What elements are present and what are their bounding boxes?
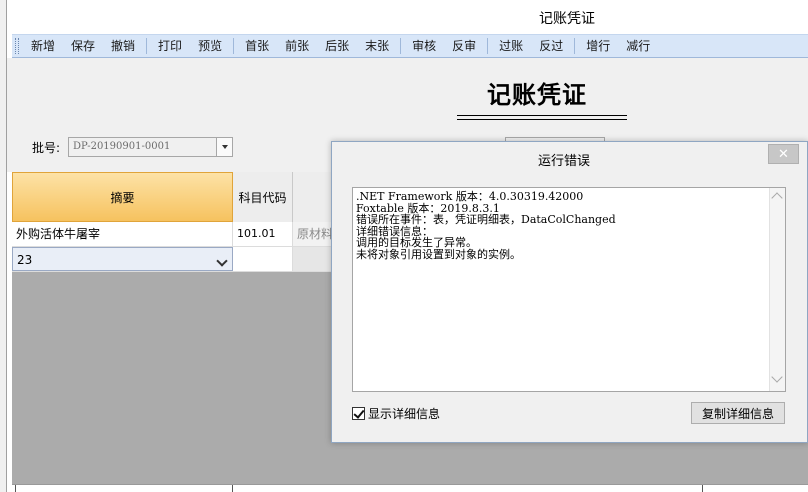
window-titlebar: 记账凭证 [7, 0, 808, 34]
show-details-checkbox[interactable] [352, 407, 365, 420]
toolbar-button[interactable]: 打印 [150, 36, 190, 56]
copy-details-button[interactable]: 复制详细信息 [691, 402, 785, 424]
toolbar-button[interactable]: 末张 [357, 36, 397, 56]
cell-account-code[interactable]: 101.01 [233, 222, 293, 246]
close-icon[interactable]: ✕ [768, 144, 799, 164]
toolbar-button[interactable]: 反过 [531, 36, 571, 56]
cell-summary[interactable]: 外购活体牛屠宰 [12, 222, 233, 246]
error-detail-line: .NET Framework 版本：4.0.30319.42000 [356, 190, 584, 203]
toolbar-separator [574, 38, 576, 54]
toolbar-button[interactable]: 审核 [404, 36, 444, 56]
cell-account-code[interactable] [233, 247, 293, 271]
toolbar-button[interactable]: 首张 [237, 36, 277, 56]
cell-summary-editor[interactable]: 23 [12, 247, 233, 271]
toolbar-separator [233, 38, 235, 54]
toolbar-button[interactable]: 预览 [190, 36, 230, 56]
batch-number-value: DP-20190901-0001 [73, 141, 171, 152]
toolbar-separator [487, 38, 489, 54]
toolbar-button[interactable]: 后张 [317, 36, 357, 56]
title-underline-bottom [457, 119, 627, 120]
vertical-scrollbar[interactable] [769, 188, 785, 391]
chevron-down-icon[interactable] [214, 251, 230, 269]
error-detail-line: 未将对象引用设置到对象的实例。 [356, 247, 521, 261]
show-details-checkbox-wrap[interactable]: 显示详细信息 [352, 405, 440, 422]
grid-footer [12, 484, 808, 492]
chevron-down-icon[interactable] [216, 138, 232, 156]
window-left-border [0, 0, 7, 492]
footer-divider [232, 485, 233, 492]
dialog-title: 运行错误 [538, 154, 591, 169]
toolbar-grip[interactable] [15, 38, 19, 54]
dialog-titlebar[interactable]: 运行错误 ✕ [332, 142, 807, 172]
error-detail-line: 错误所在事件：表，凭证明细表，DataColChanged [356, 213, 616, 226]
error-detail-line: 调用的目标发生了异常。 [356, 236, 477, 249]
batch-number-combo[interactable]: DP-20190901-0001 [68, 137, 233, 157]
voucher-title: 记账凭证 [487, 80, 587, 109]
toolbar-button[interactable]: 增行 [578, 36, 618, 56]
toolbar-separator [146, 38, 148, 54]
batch-label: 批号: [32, 141, 61, 155]
show-details-label: 显示详细信息 [368, 407, 441, 421]
title-underline-top [457, 115, 627, 116]
footer-divider [15, 485, 16, 492]
runtime-error-dialog: 运行错误 ✕ .NET Framework 版本：4.0.30319.42000… [331, 141, 808, 443]
footer-divider [702, 485, 703, 492]
scroll-up-icon[interactable] [771, 192, 783, 204]
toolbar-button[interactable]: 撤销 [103, 36, 143, 56]
cell-summary-value: 23 [17, 253, 33, 267]
toolbar-button[interactable]: 反审 [444, 36, 484, 56]
toolbar-button[interactable]: 保存 [63, 36, 103, 56]
window-title: 记账凭证 [539, 11, 595, 27]
toolbar-button[interactable]: 减行 [618, 36, 658, 56]
scroll-down-icon[interactable] [771, 371, 783, 383]
column-header-summary[interactable]: 摘要 [12, 172, 233, 222]
main-toolbar: 新增 保存 撤销 打印 预览 首张 前张 后张 末张 审核 反审 过账 反过 增行 减行 [12, 34, 808, 58]
toolbar-button[interactable]: 前张 [277, 36, 317, 56]
toolbar-button[interactable]: 过账 [491, 36, 531, 56]
toolbar-separator [400, 38, 402, 54]
column-header-account-code[interactable]: 科目代码 [233, 172, 293, 222]
error-details-textbox[interactable]: .NET Framework 版本：4.0.30319.42000 Foxtabl… [352, 187, 786, 392]
toolbar-button[interactable]: 新增 [23, 36, 63, 56]
